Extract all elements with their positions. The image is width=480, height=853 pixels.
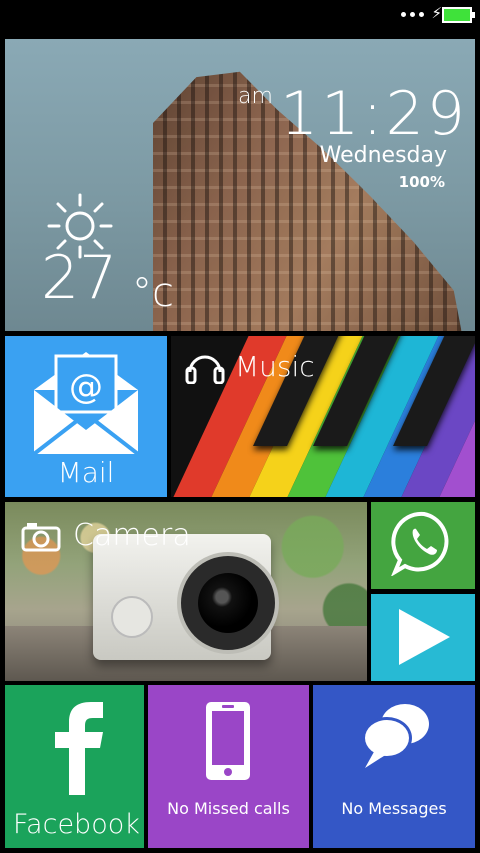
day-label: Wednesday <box>319 143 447 168</box>
status-bar: ⚡ <box>0 0 480 30</box>
music-tile[interactable]: Music <box>171 336 475 497</box>
play-icon <box>399 609 450 665</box>
messages-label: No Messages <box>341 799 447 818</box>
whatsapp-icon <box>391 511 449 576</box>
temperature-value: 27 <box>41 243 118 313</box>
mail-label: Mail <box>57 456 115 489</box>
missed-calls-label: No Missed calls <box>167 799 290 818</box>
charging-icon: ⚡ <box>431 4 442 22</box>
camera-icon <box>21 522 61 551</box>
temperature-unit: °c <box>132 270 174 316</box>
clock-time: 11:29 <box>280 79 468 149</box>
headphones-icon <box>185 355 225 384</box>
camera-tile[interactable]: Camera <box>5 502 367 681</box>
chat-bubbles-icon <box>362 704 429 768</box>
mail-tile[interactable]: @ Mail <box>5 336 167 497</box>
ampm-label: am <box>238 84 273 109</box>
mail-icon: @ <box>32 352 140 456</box>
battery-icon <box>442 7 475 23</box>
svg-text:@: @ <box>69 367 103 407</box>
clock-weather-tile[interactable]: am 11:29 Wednesday 100% 27 °c <box>5 39 475 331</box>
whatsapp-tile[interactable] <box>371 502 475 589</box>
facebook-icon <box>55 702 103 795</box>
battery-percent: 100% <box>398 173 445 191</box>
phone-icon <box>206 702 250 780</box>
play-store-tile[interactable] <box>371 594 475 681</box>
signal-dots-icon <box>401 12 424 17</box>
facebook-label: Facebook <box>13 809 140 840</box>
camera-label: Camera <box>73 518 191 553</box>
facebook-tile[interactable]: Facebook <box>5 685 144 848</box>
calls-tile[interactable]: No Missed calls <box>148 685 309 848</box>
music-label: Music <box>235 349 315 383</box>
messages-tile[interactable]: No Messages <box>313 685 475 848</box>
